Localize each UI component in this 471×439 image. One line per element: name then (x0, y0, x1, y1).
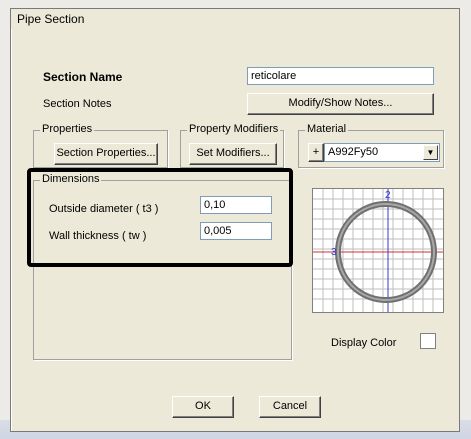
set-modifiers-button[interactable]: Set Modifiers... (189, 143, 277, 165)
title-bar[interactable]: Pipe Section (11, 9, 459, 29)
add-material-button[interactable]: + (308, 143, 324, 162)
section-notes-label: Section Notes (43, 98, 112, 110)
dimensions-highlight-box (27, 168, 293, 267)
section-name-input[interactable]: reticolare (247, 67, 434, 85)
display-color-swatch[interactable] (420, 333, 436, 349)
section-properties-button[interactable]: Section Properties... (54, 143, 158, 165)
section-preview-drawing: 2 3 (313, 189, 443, 312)
material-select[interactable]: A992Fy50 ▼ (324, 143, 440, 162)
properties-group-title: Properties (40, 123, 95, 135)
display-color-label: Display Color (331, 337, 397, 349)
ok-button[interactable]: OK (172, 396, 234, 418)
chevron-down-icon[interactable]: ▼ (423, 145, 438, 160)
window-title: Pipe Section (17, 12, 85, 26)
material-group-title: Material (305, 123, 349, 135)
section-preview: 2 3 (312, 188, 444, 313)
property-modifiers-group-title: Property Modifiers (187, 123, 281, 135)
modify-show-notes-button[interactable]: Modify/Show Notes... (247, 93, 434, 115)
section-name-label: Section Name (43, 70, 123, 84)
axis-3-label: 3 (331, 247, 337, 258)
material-selected-value: A992Fy50 (328, 146, 379, 158)
axis-2-label: 2 (385, 190, 391, 201)
cancel-button[interactable]: Cancel (259, 396, 321, 418)
